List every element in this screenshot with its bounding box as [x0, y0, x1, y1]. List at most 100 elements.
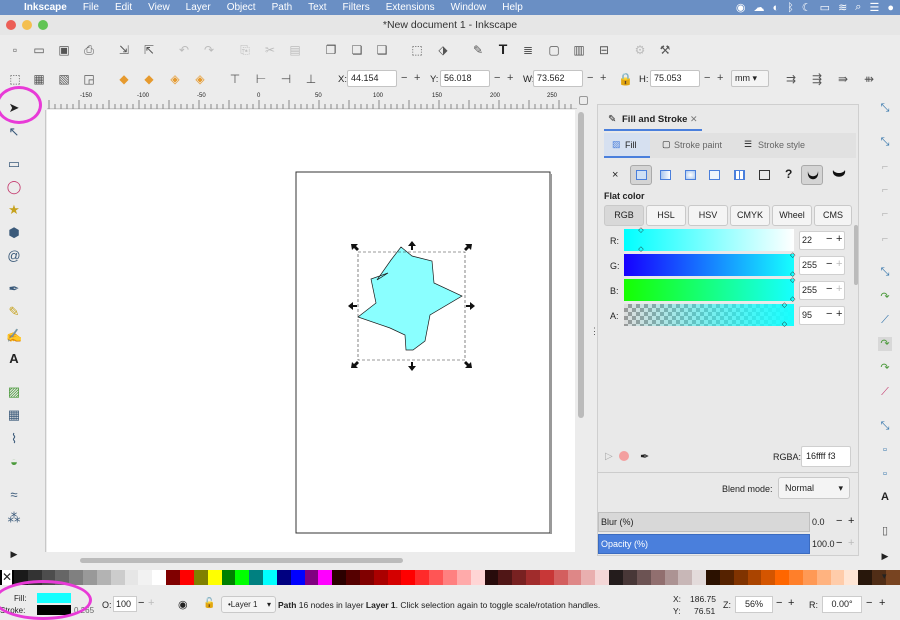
palette-swatch[interactable]	[249, 570, 264, 585]
w-increment-button[interactable]: +	[600, 71, 606, 85]
channel-r-increment[interactable]: +	[836, 233, 842, 245]
lower-icon[interactable]: ⊣	[279, 72, 293, 86]
palette-swatch[interactable]	[124, 570, 139, 585]
cut-icon[interactable]: ✂	[263, 43, 277, 57]
flip-vertical-icon[interactable]: ◈	[193, 72, 207, 86]
flip-horizontal-icon[interactable]: ◈	[168, 72, 182, 86]
redo-icon[interactable]: ↷	[202, 43, 216, 57]
channel-a-decrement[interactable]: −	[826, 308, 832, 320]
rgba-input[interactable]: 16ffff f3	[801, 446, 851, 467]
text-font-icon[interactable]: T	[496, 42, 510, 56]
opacity-slider[interactable]: Opacity (%)	[598, 534, 810, 554]
menu-object[interactable]: Object	[219, 2, 264, 13]
palette-swatch[interactable]	[318, 570, 333, 585]
zoom-decrement[interactable]: −	[776, 597, 782, 609]
channel-a-slider[interactable]	[624, 304, 794, 326]
tab-stroke-paint[interactable]: ▢ Stroke paint	[660, 133, 736, 158]
pattern-icon[interactable]	[734, 170, 745, 180]
calligraphy-tool-icon[interactable]: ✍	[6, 328, 22, 344]
palette-swatch[interactable]	[733, 570, 748, 585]
select-all-icon[interactable]: ⬚	[8, 72, 22, 86]
palette-swatch[interactable]	[650, 570, 665, 585]
control-center-icon[interactable]: ☰	[869, 1, 879, 14]
palette-swatch[interactable]	[207, 570, 222, 585]
horizontal-scrollbar[interactable]	[80, 558, 403, 563]
raise-icon[interactable]: ⊢	[254, 72, 268, 86]
mode-rgb-button[interactable]: RGB	[604, 205, 644, 226]
menu-view[interactable]: View	[140, 2, 178, 13]
xml-editor-icon[interactable]: ▢	[547, 43, 561, 57]
palette-swatch[interactable]	[359, 570, 374, 585]
palette-swatch[interactable]	[636, 570, 651, 585]
cloud-icon[interactable]: ☁	[754, 1, 765, 14]
h-input[interactable]: 75.053	[650, 70, 700, 87]
color-palette[interactable]	[0, 570, 900, 585]
no-paint-swatch[interactable]: ✕	[2, 570, 12, 585]
tab-stroke-style[interactable]: ☰ Stroke style	[744, 133, 824, 158]
mode-cmyk-button[interactable]: CMYK	[730, 205, 770, 226]
tab-fill[interactable]: ▨ Fill	[604, 133, 650, 158]
blur-slider[interactable]: Blur (%)	[598, 512, 810, 532]
snap-others-icon[interactable]: ⤡	[878, 419, 892, 433]
palette-swatch[interactable]	[387, 570, 402, 585]
slider-marker-top[interactable]: ◇	[782, 302, 787, 309]
battery-icon[interactable]: ▭	[820, 1, 830, 14]
palette-swatch[interactable]	[789, 570, 803, 585]
zoom-increment[interactable]: +	[788, 597, 794, 609]
palette-swatch[interactable]	[802, 570, 817, 585]
mode-hsv-button[interactable]: HSV	[688, 205, 728, 226]
3d-box-tool-icon[interactable]: ⬢	[6, 225, 22, 241]
palette-swatch[interactable]	[276, 570, 291, 585]
snap-bbox-icon[interactable]: ⤡	[878, 135, 892, 149]
focus-icon[interactable]: ◐	[773, 2, 780, 14]
zoom-corner-button[interactable]	[579, 96, 588, 105]
statusbar-opacity-decrement[interactable]: −	[138, 597, 144, 609]
palette-swatch[interactable]	[498, 570, 513, 585]
palette-swatch[interactable]	[539, 570, 554, 585]
snap-bbox-center-icon[interactable]: ⌐	[878, 232, 892, 246]
group-icon[interactable]: ⬚	[410, 43, 424, 57]
save-icon[interactable]: ▣	[57, 43, 71, 57]
fill-stroke-icon[interactable]: ✎	[471, 43, 485, 57]
snap-bbox-edge-icon[interactable]: ⌐	[878, 160, 892, 174]
document-properties-icon[interactable]: ⚒	[658, 43, 672, 57]
status-icon-creative-cloud[interactable]: ◉	[736, 1, 746, 14]
bluetooth-icon[interactable]: ᛒ	[787, 2, 794, 14]
select-same-icon[interactable]: ◲	[82, 72, 96, 86]
fill-rule-nonzero-button[interactable]	[828, 165, 850, 185]
rotation-decrement[interactable]: −	[866, 597, 872, 609]
slider-marker-bottom[interactable]: ◇	[790, 296, 795, 303]
snap-text-baseline-icon[interactable]: A	[878, 490, 892, 504]
spray-tool-icon[interactable]: ⁂	[6, 510, 22, 526]
menu-extensions[interactable]: Extensions	[378, 2, 443, 13]
palette-swatch[interactable]	[844, 570, 859, 585]
palette-swatch[interactable]	[761, 570, 776, 585]
palette-swatch[interactable]	[664, 570, 679, 585]
node-tool-icon[interactable]: ↖	[6, 124, 22, 140]
snap-intersections-icon[interactable]: ⟋	[878, 313, 892, 327]
transform-gradients-icon[interactable]: ⇛	[836, 72, 850, 86]
mode-hsl-button[interactable]: HSL	[646, 205, 686, 226]
snap-more-icon[interactable]: ▶	[878, 549, 892, 563]
palette-swatch[interactable]	[263, 570, 277, 585]
panel-scrollbar[interactable]	[854, 225, 858, 285]
unlink-clone-icon[interactable]: ❑	[375, 43, 389, 57]
blur-increment[interactable]: +	[848, 515, 854, 527]
palette-swatch[interactable]	[512, 570, 527, 585]
mesh-gradient-icon[interactable]	[709, 170, 720, 180]
statusbar-opacity-increment[interactable]: +	[148, 597, 154, 609]
rectangle-tool-icon[interactable]: ▭	[6, 156, 22, 172]
palette-swatch[interactable]	[110, 570, 125, 585]
palette-swatch[interactable]	[719, 570, 734, 585]
palette-swatch[interactable]	[290, 570, 305, 585]
objects-icon[interactable]: ▥	[572, 43, 586, 57]
palette-swatch[interactable]	[332, 570, 347, 585]
layers-icon[interactable]: ≣	[521, 43, 535, 57]
paste-icon[interactable]: ▤	[288, 43, 302, 57]
dropper-tool-icon[interactable]: ⌇	[6, 431, 22, 447]
y-increment-button[interactable]: +	[507, 71, 513, 85]
slider-marker-top[interactable]: ◇	[790, 277, 795, 284]
palette-swatch[interactable]	[166, 570, 180, 585]
swatch-icon[interactable]	[759, 170, 770, 180]
rotate-cw-icon[interactable]: ◆	[142, 72, 156, 86]
